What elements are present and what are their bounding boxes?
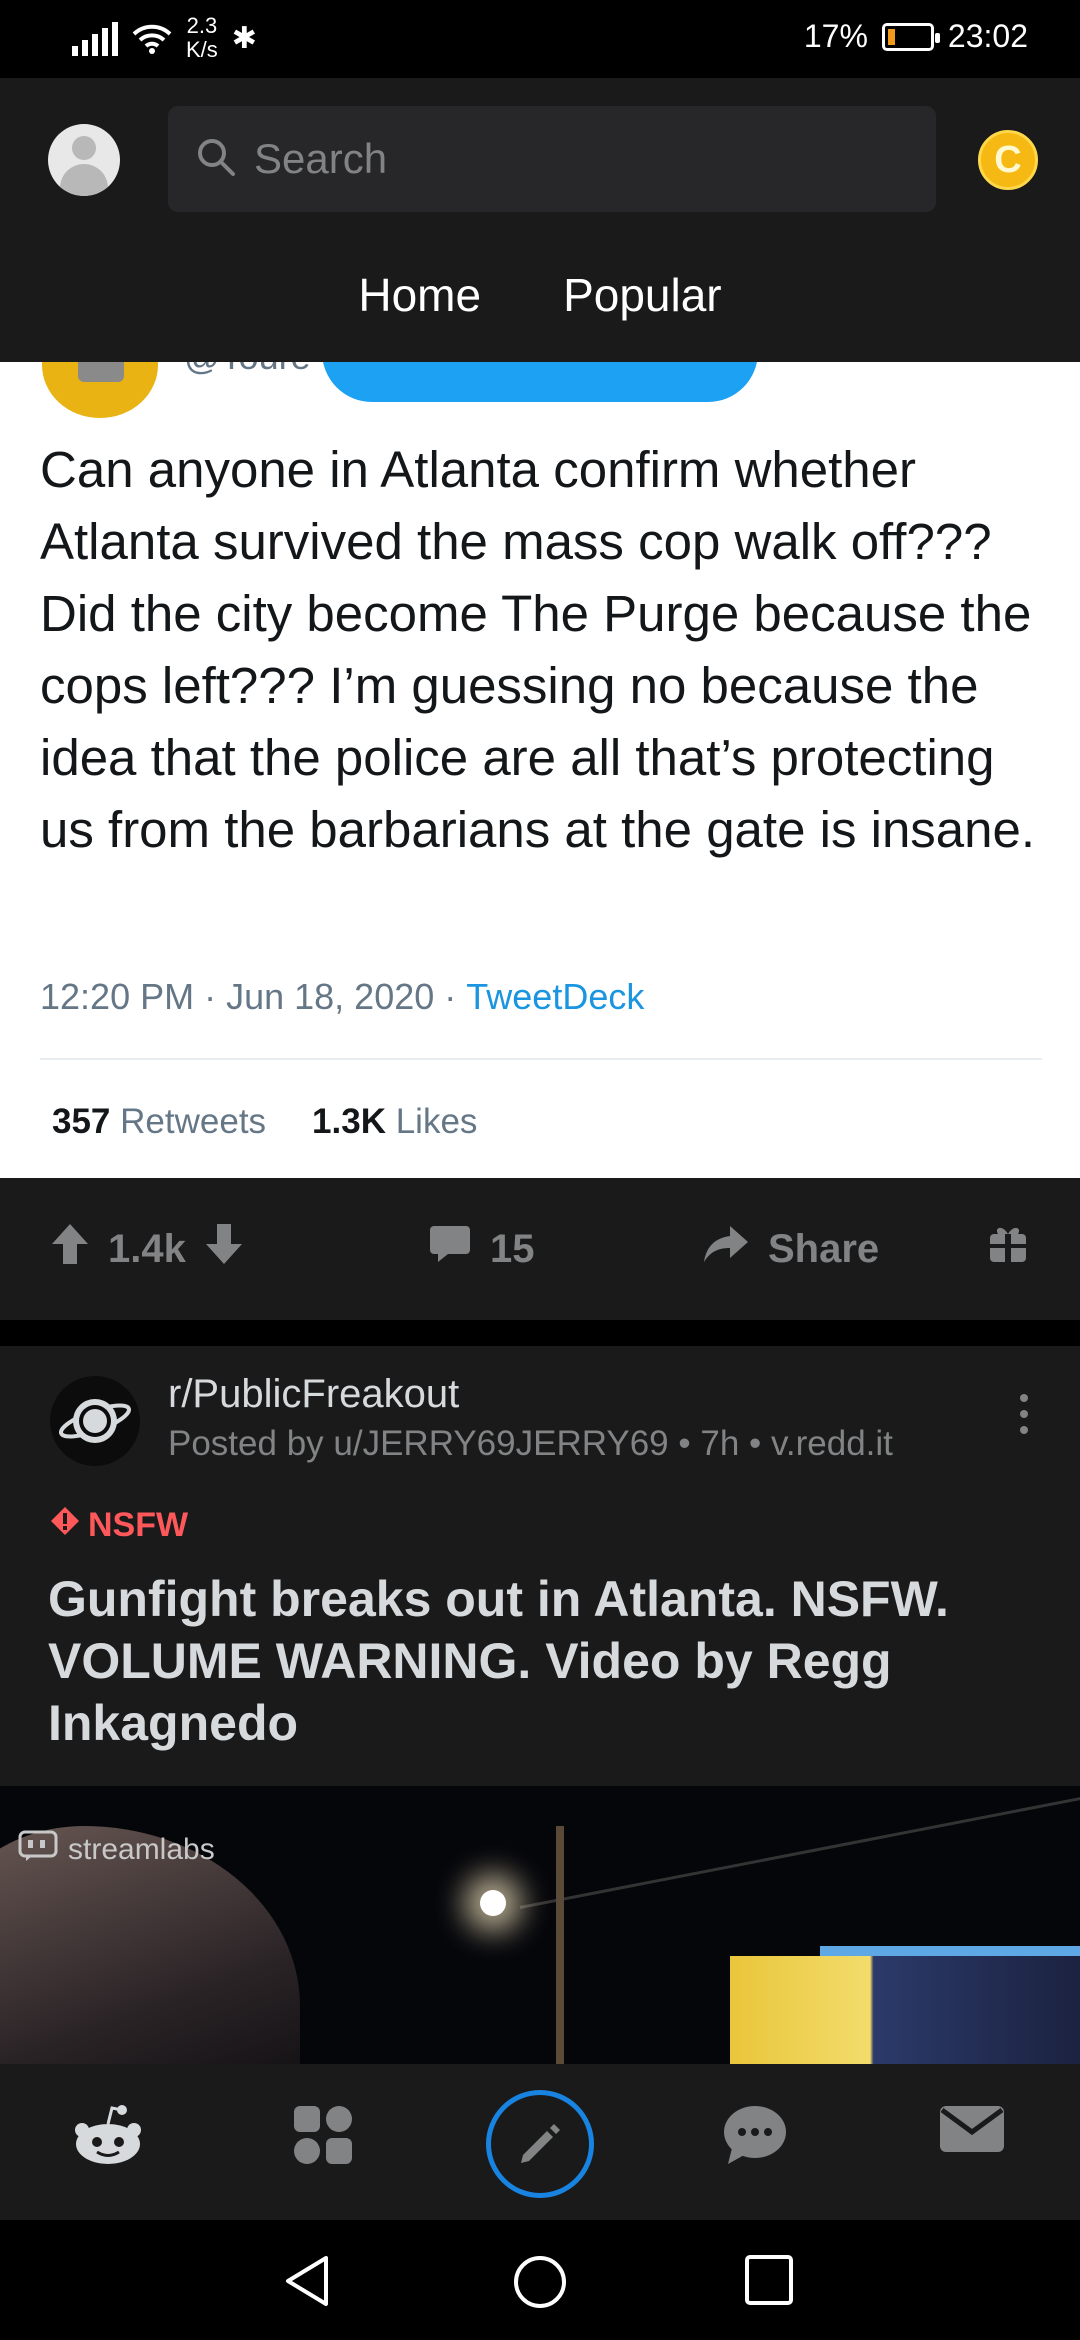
downvote-icon[interactable] — [204, 1222, 244, 1276]
video-thumbnail[interactable]: streamlabs — [0, 1786, 1080, 2064]
tweet-author-avatar — [42, 362, 158, 418]
share-label: Share — [768, 1226, 880, 1271]
feed-separator — [0, 1320, 1080, 1346]
post-meta: Posted by u/JERRY69JERRY69 • 7h • v.redd… — [168, 1424, 893, 1463]
battery-fill — [887, 28, 895, 45]
feed-post[interactable]: r/PublicFreakout Posted by u/JERRY69JERR… — [0, 1346, 1080, 1786]
back-icon[interactable] — [282, 2254, 332, 2313]
bottom-nav — [0, 2064, 1080, 2220]
video-frame-pole — [556, 1826, 564, 2064]
status-bar-left: 2.3 K/s ✱ — [72, 14, 257, 62]
comment-icon — [428, 1222, 472, 1276]
coins-icon[interactable]: C — [978, 130, 1038, 190]
network-speed-unit: K/s — [186, 37, 218, 62]
tweet-stats: 357 Retweets 1.3K Likes — [52, 1102, 477, 1142]
tweet-screenshot[interactable]: @Toure Can anyone in Atlanta confirm whe… — [0, 362, 1080, 1178]
retweets-stat: 357 Retweets — [52, 1102, 266, 1142]
post-action-bar: 1.4k 15 Share — [0, 1178, 1080, 1320]
likes-stat: 1.3K Likes — [312, 1102, 477, 1142]
subreddit-name[interactable]: r/PublicFreakout — [168, 1372, 459, 1417]
vote-group: 1.4k — [50, 1222, 244, 1276]
system-nav-bar — [0, 2220, 1080, 2340]
clock: 23:02 — [947, 18, 1028, 54]
tweet-refresh-button — [322, 362, 758, 402]
signal-icon — [72, 20, 118, 56]
streamlabs-label: streamlabs — [68, 1833, 215, 1866]
streamlabs-icon — [18, 1830, 58, 1870]
comments-button[interactable]: 15 — [428, 1222, 535, 1276]
likes-count: 1.3K — [312, 1102, 386, 1141]
nsfw-label: NSFW — [88, 1506, 189, 1544]
award-icon — [988, 1222, 1028, 1274]
battery-percent: 17% — [803, 18, 868, 54]
retweets-count: 357 — [52, 1102, 111, 1141]
inbox-icon[interactable] — [938, 2104, 1006, 2159]
subreddit-icon[interactable] — [50, 1376, 140, 1466]
battery-icon — [881, 22, 940, 51]
network-speed: 2.3 K/s — [186, 14, 218, 62]
warning-icon — [50, 1506, 80, 1545]
network-speed-value: 2.3 — [186, 13, 218, 38]
video-frame-streetlight — [480, 1890, 506, 1916]
tweet-text: Can anyone in Atlanta confirm whether At… — [40, 441, 1036, 858]
status-bar: 2.3 K/s ✱ 17% 23:02 — [0, 0, 1080, 78]
streamlabs-watermark: streamlabs — [18, 1830, 215, 1870]
tab-home[interactable]: Home — [358, 268, 481, 322]
tweet-handle: @Toure — [184, 362, 311, 378]
upvote-icon[interactable] — [50, 1222, 90, 1276]
recents-icon[interactable] — [744, 2254, 794, 2311]
home-icon[interactable] — [70, 2104, 146, 2173]
search-input[interactable] — [254, 135, 854, 183]
video-frame-storefront — [730, 1956, 1080, 2064]
likes-label: Likes — [395, 1102, 478, 1141]
share-icon — [702, 1222, 750, 1276]
meta-separator: · — [434, 976, 467, 1017]
divider — [40, 1058, 1042, 1060]
comment-count: 15 — [490, 1226, 535, 1271]
tweet-time: 12:20 PM — [40, 976, 195, 1017]
post-title[interactable]: Gunfight breaks out in Atlanta. NSFW. VO… — [48, 1568, 1038, 1754]
meta-separator: · — [194, 976, 227, 1017]
chat-icon[interactable] — [722, 2104, 788, 2171]
communities-icon[interactable] — [292, 2104, 354, 2171]
video-frame-wire — [519, 1791, 1080, 1909]
tab-popular[interactable]: Popular — [563, 268, 722, 322]
feed-tabs: Home Popular — [0, 268, 1080, 322]
share-button[interactable]: Share — [702, 1222, 879, 1276]
search-bar[interactable] — [168, 106, 936, 212]
bluetooth-icon: ✱ — [231, 21, 257, 55]
create-post-icon[interactable] — [486, 2090, 594, 2198]
tweet-meta: 12:20 PM · Jun 18, 2020 · TweetDeck — [40, 976, 644, 1018]
tweet-source: TweetDeck — [466, 976, 645, 1017]
retweets-label: Retweets — [120, 1102, 267, 1141]
wifi-icon — [132, 22, 172, 54]
user-avatar[interactable] — [48, 124, 120, 196]
search-icon — [196, 137, 236, 182]
home-button-icon[interactable] — [512, 2254, 568, 2315]
award-button[interactable] — [988, 1222, 1028, 1274]
app-header: C Home Popular — [0, 78, 1080, 362]
nsfw-badge: NSFW — [50, 1506, 188, 1545]
vote-count: 1.4k — [108, 1226, 186, 1271]
more-options-icon[interactable] — [1020, 1394, 1032, 1434]
tweet-date: Jun 18, 2020 — [226, 976, 435, 1017]
status-bar-right: 17% 23:02 — [804, 18, 1028, 55]
